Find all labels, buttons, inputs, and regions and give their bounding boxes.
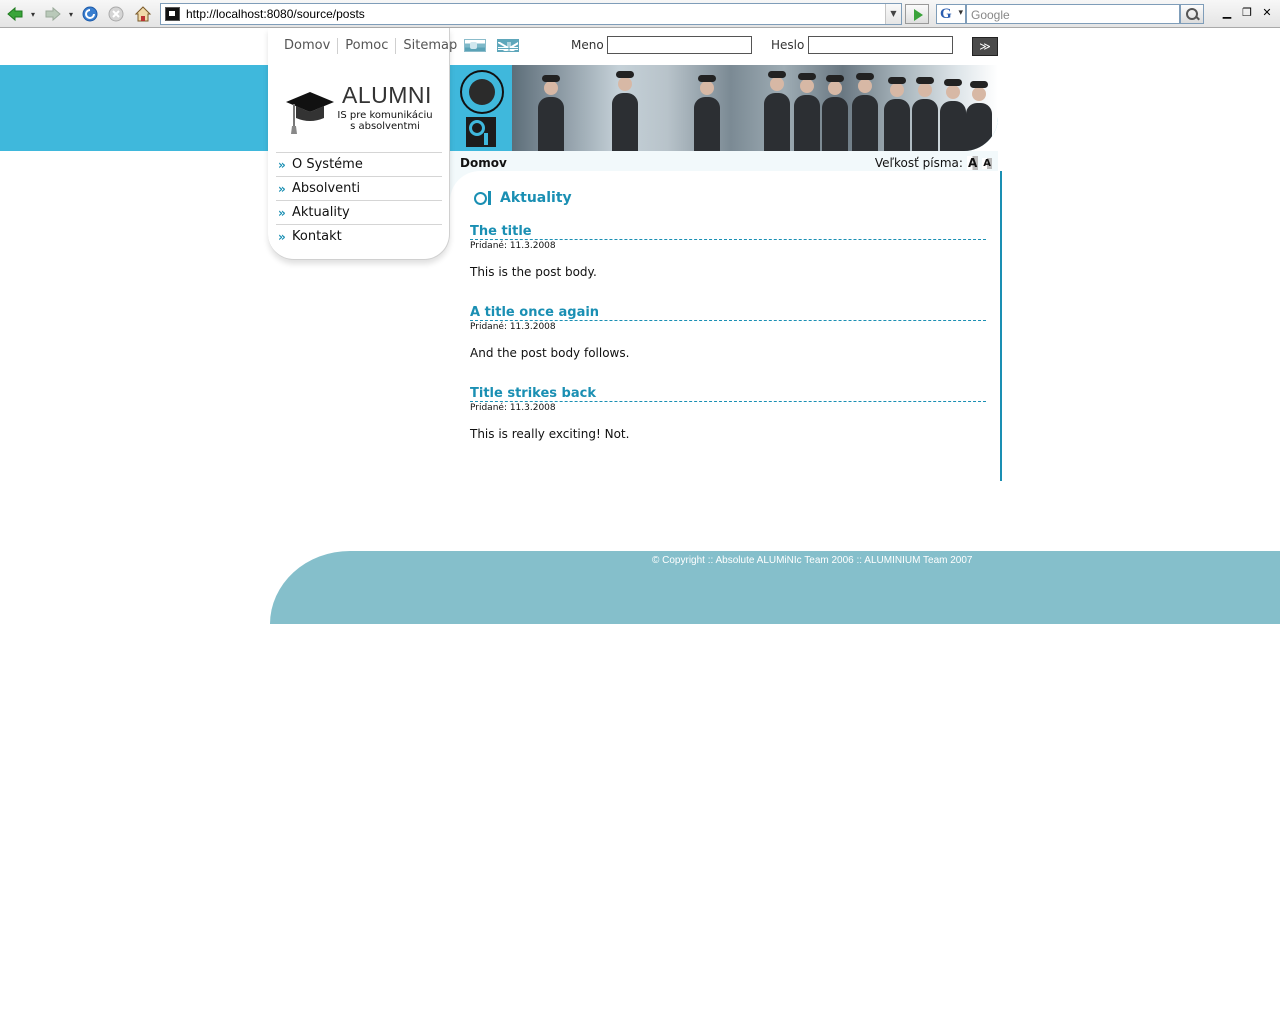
footer: © Copyright :: Absolute ALUMiNIc Team 20… <box>270 551 1280 624</box>
post-item: The title Pridané: 11.3.2008 This is the… <box>470 224 986 279</box>
section-heading: Aktuality <box>474 190 572 206</box>
breadcrumb: Domov Veľkosť písma: A A <box>450 151 998 171</box>
password-label: Heslo <box>771 38 805 52</box>
url-field[interactable]: http://localhost:8080/source/posts ▼ <box>160 3 902 25</box>
stop-icon[interactable] <box>106 4 126 24</box>
logo-subtitle-line1: IS pre komunikáciu <box>337 110 433 121</box>
close-icon[interactable]: ✕ <box>1260 6 1274 20</box>
double-chevron-right-icon: » <box>278 157 286 172</box>
sidebar-menu: » O Systéme » Absolventi » Aktuality » K… <box>276 152 442 248</box>
main-content: Aktuality The title Pridané: 11.3.2008 T… <box>450 171 1002 481</box>
footer-copyright: © Copyright :: Absolute ALUMiNIc Team 20… <box>652 555 973 566</box>
top-link-help[interactable]: Pomoc <box>338 38 397 54</box>
post-title-link[interactable]: The title <box>470 224 532 239</box>
double-chevron-right-icon: » <box>278 229 286 244</box>
minimize-icon[interactable]: ▁ <box>1220 6 1234 20</box>
forward-icon[interactable] <box>42 4 64 24</box>
post-title-link[interactable]: Title strikes back <box>470 386 596 401</box>
home-icon[interactable] <box>133 4 153 24</box>
sidebar-item-absolventi[interactable]: » Absolventi <box>276 176 442 200</box>
back-icon[interactable] <box>4 4 26 24</box>
search-input[interactable]: Google <box>966 4 1180 24</box>
post-title-link[interactable]: A title once again <box>470 305 599 320</box>
go-button[interactable] <box>905 4 929 24</box>
section-title: Aktuality <box>500 190 572 206</box>
top-navigation: Domov Pomoc Sitemap <box>268 38 457 54</box>
post-title: The title <box>470 224 986 240</box>
post-item: Title strikes back Pridané: 11.3.2008 Th… <box>470 386 986 441</box>
search-icon[interactable] <box>1180 4 1204 24</box>
login-button[interactable]: ≫ <box>972 37 998 56</box>
double-chevron-right-icon: » <box>278 205 286 220</box>
favicon-icon <box>165 7 180 21</box>
sidebar-item-o-systeme[interactable]: » O Systéme <box>276 152 442 176</box>
breadcrumb-current: Domov <box>460 156 507 170</box>
font-decrease-button[interactable]: A <box>982 157 992 169</box>
forward-history-dropdown-icon[interactable]: ▾ <box>66 4 76 24</box>
search-engine-selector[interactable]: G <box>936 4 966 24</box>
post-body: And the post body follows. <box>470 346 630 360</box>
sidebar-item-label[interactable]: Absolventi <box>292 181 360 196</box>
browser-toolbar: ▾ ▾ http://localhost:8080/source/posts ▼… <box>0 0 1280 28</box>
graduation-cap-icon <box>286 92 334 134</box>
restore-icon[interactable]: ❐ <box>1240 6 1254 20</box>
font-size-control: Veľkosť písma: A A <box>875 156 992 170</box>
section-marker-icon <box>474 191 492 205</box>
font-size-label: Veľkosť písma: <box>874 156 963 170</box>
sidebar-panel: Domov Pomoc Sitemap ALUMNI IS pre komuni… <box>268 28 457 260</box>
alumni-logo[interactable]: ALUMNI IS pre komunikáciu s absolventmi <box>284 82 444 138</box>
post-date: Pridané: 11.3.2008 <box>470 241 556 251</box>
graduation-ceremony-photo <box>512 65 998 151</box>
sidebar-item-label[interactable]: Kontakt <box>292 229 342 244</box>
sidebar-item-label[interactable]: O Systéme <box>292 157 363 172</box>
top-link-sitemap[interactable]: Sitemap <box>396 38 464 54</box>
sidebar-item-aktuality[interactable]: » Aktuality <box>276 200 442 224</box>
post-body: This is really exciting! Not. <box>470 427 630 441</box>
sidebar-item-label[interactable]: Aktuality <box>292 205 350 220</box>
post-body: This is the post body. <box>470 265 597 279</box>
font-increase-button[interactable]: A <box>966 156 979 170</box>
username-field[interactable] <box>607 36 752 54</box>
logo-subtitle-line2: s absolventmi <box>350 121 420 132</box>
web-page: Domov Pomoc Sitemap ALUMNI IS pre komuni… <box>0 28 1280 1024</box>
url-history-dropdown-icon[interactable]: ▼ <box>885 4 901 24</box>
uk-flag-icon[interactable] <box>497 39 519 52</box>
logo-title: ALUMNI <box>342 82 432 108</box>
reload-icon[interactable] <box>80 4 100 24</box>
header-banner-image <box>450 65 998 151</box>
search-placeholder: Google <box>971 8 1010 22</box>
post-title: A title once again <box>470 305 986 321</box>
header-band <box>0 65 270 151</box>
slovak-flag-icon[interactable] <box>464 39 486 52</box>
double-chevron-right-icon: » <box>278 181 286 196</box>
url-text[interactable]: http://localhost:8080/source/posts <box>186 7 365 21</box>
logo-subtitle: IS pre komunikáciu s absolventmi <box>334 110 436 132</box>
post-item: A title once again Pridané: 11.3.2008 An… <box>470 305 986 360</box>
top-link-home[interactable]: Domov <box>268 38 339 54</box>
sidebar-item-kontakt[interactable]: » Kontakt <box>276 224 442 248</box>
university-seal-icon <box>460 70 504 114</box>
post-title: Title strikes back <box>470 386 986 402</box>
university-logo-icon <box>466 117 496 147</box>
password-field[interactable] <box>808 36 953 54</box>
post-date: Pridané: 11.3.2008 <box>470 322 556 332</box>
post-date: Pridané: 11.3.2008 <box>470 403 556 413</box>
back-history-dropdown-icon[interactable]: ▾ <box>28 4 38 24</box>
username-label: Meno <box>571 38 604 52</box>
google-icon: G <box>940 6 952 22</box>
